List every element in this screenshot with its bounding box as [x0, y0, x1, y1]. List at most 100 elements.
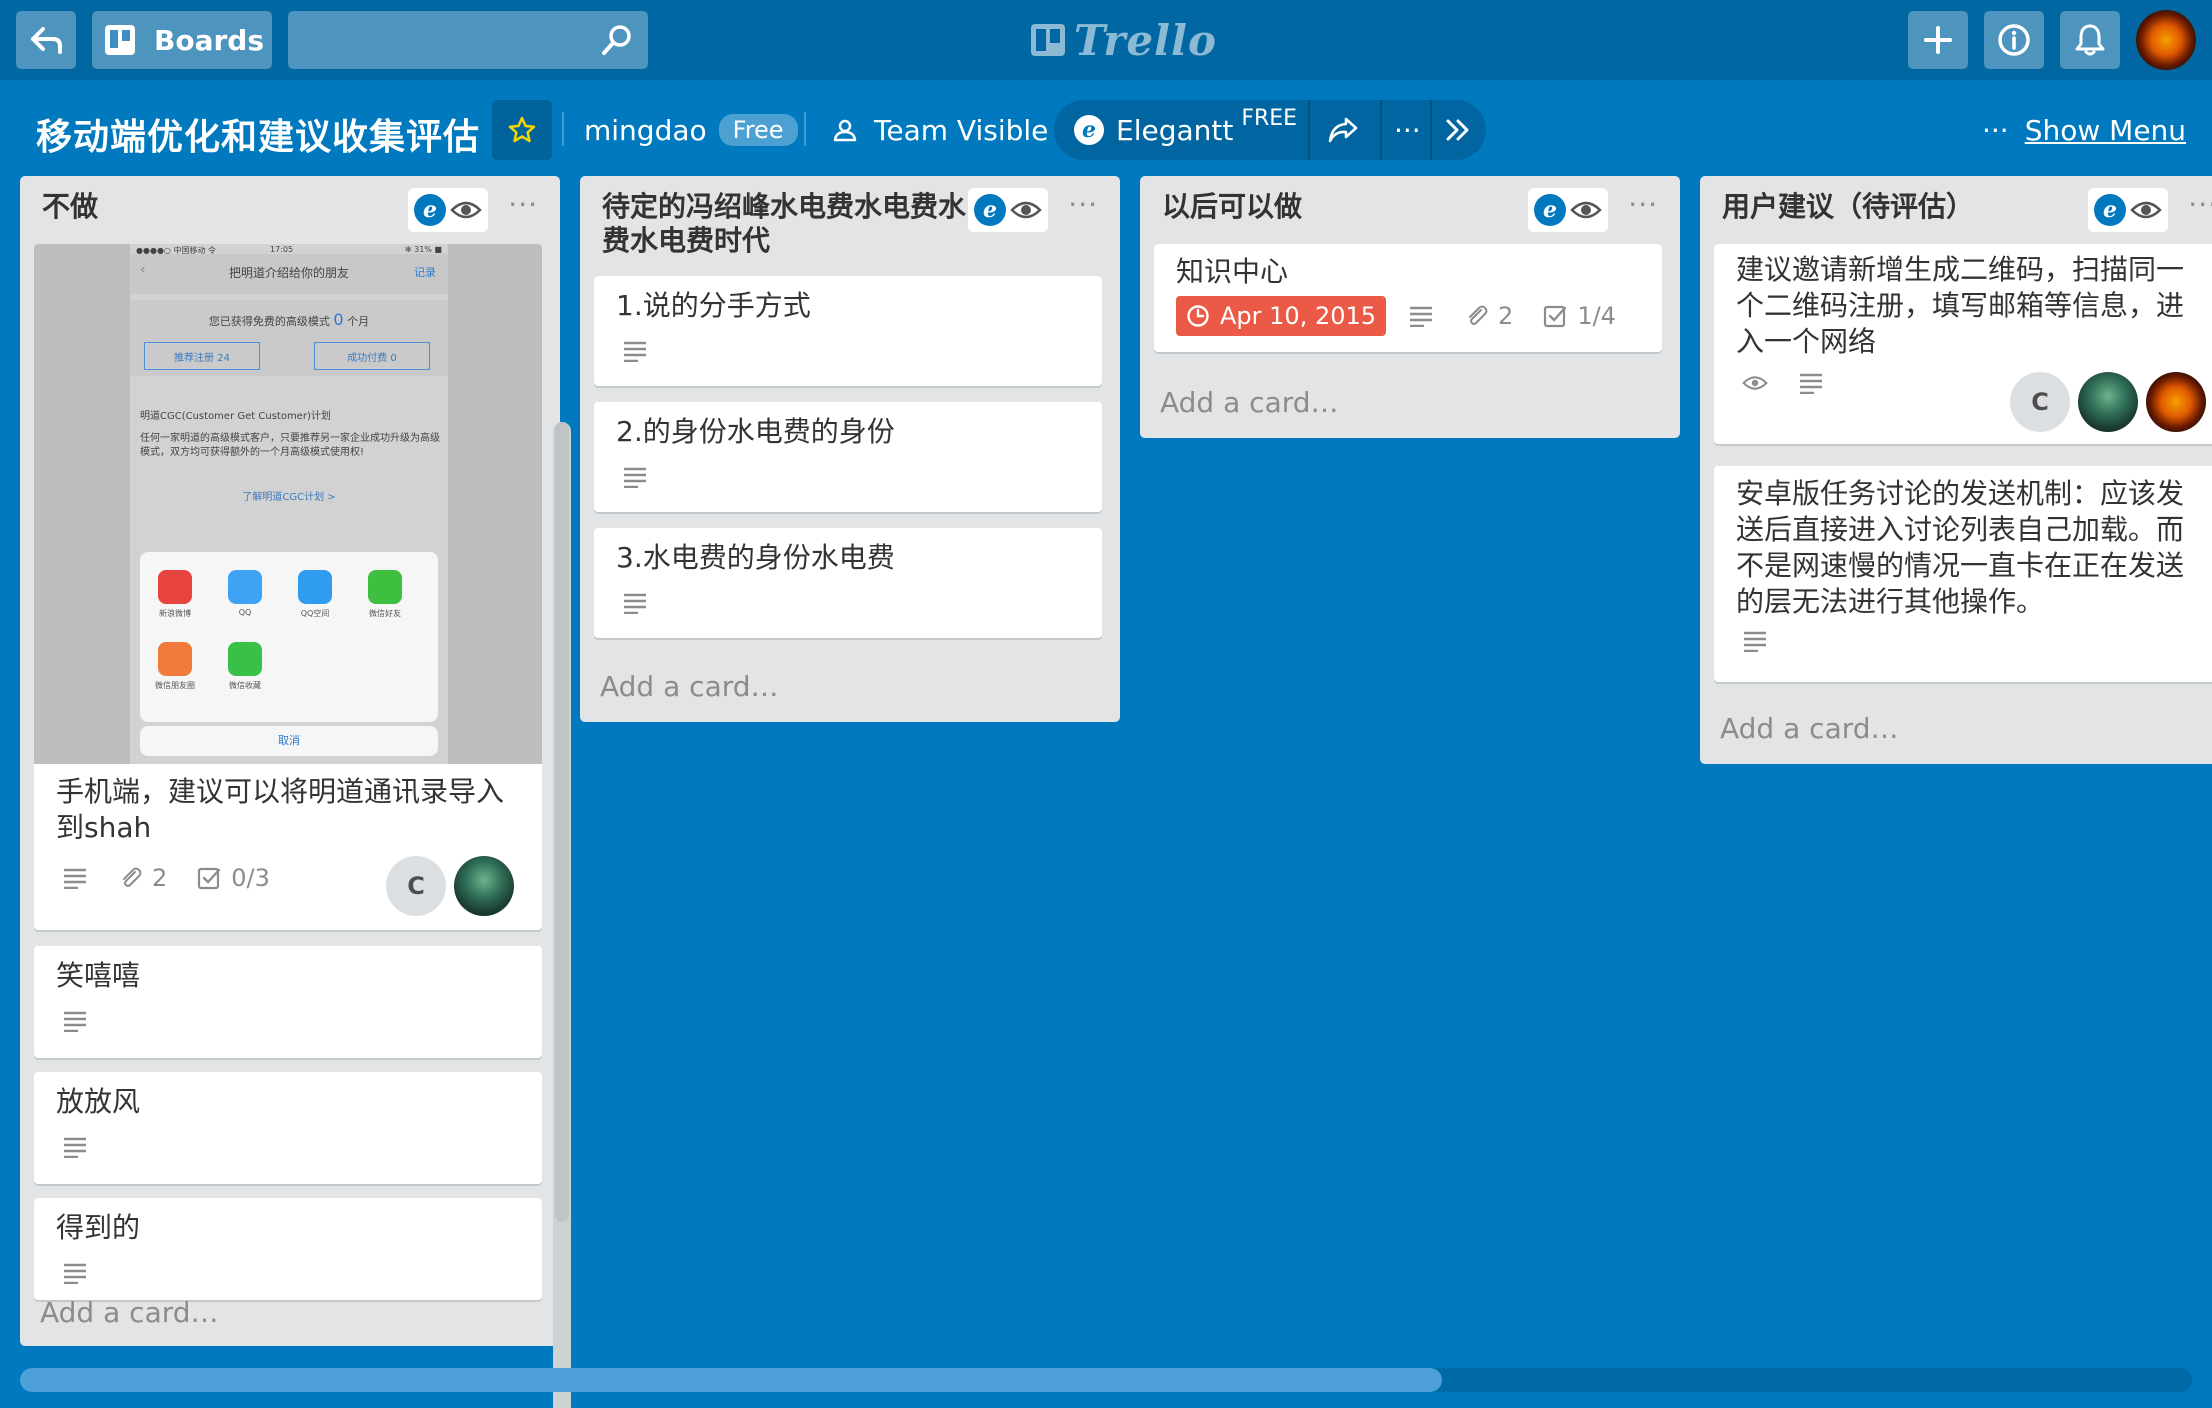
info-button[interactable] [1984, 11, 2044, 69]
add-button[interactable] [1908, 11, 1968, 69]
card-badges: Apr 10, 2015 2 1/4 [1176, 296, 1646, 336]
list-title[interactable]: 用户建议（待评估） [1722, 190, 2132, 224]
visibility-button[interactable]: Team Visible [826, 100, 1054, 160]
list-menu-button[interactable]: ··· [1068, 188, 1098, 221]
eye-icon[interactable] [450, 199, 482, 221]
visibility-label: Team Visible [874, 113, 1049, 147]
trello-logo-icon [1031, 24, 1065, 56]
app-label: QQ空间 [300, 609, 330, 618]
plus-icon [1924, 26, 1952, 54]
member-avatar[interactable]: C [2010, 372, 2070, 432]
app-label: 微信好友 [369, 609, 401, 618]
search-icon [602, 25, 631, 55]
description-icon [624, 341, 646, 362]
member-avatar[interactable] [454, 856, 514, 916]
card-badges [1742, 630, 1768, 652]
elegantt-list-icon[interactable]: e [974, 194, 1006, 226]
description-icon [1744, 631, 1766, 652]
elegantt-list-icon[interactable]: e [414, 194, 446, 226]
more-button[interactable]: ··· [1394, 100, 1421, 160]
list-title[interactable]: 以后可以做 [1162, 190, 1572, 224]
org-name: mingdao [584, 113, 707, 147]
phone-earned-num: 0 [333, 310, 344, 329]
list-menu-button[interactable]: ··· [2188, 188, 2212, 221]
due-date: Apr 10, 2015 [1220, 302, 1377, 330]
trello-logo[interactable]: Trello [1030, 14, 1217, 66]
description-icon [64, 868, 86, 889]
list-title[interactable]: 待定的冯绍峰水电费水电费水电费水电费时代 [602, 190, 1012, 258]
expand-button[interactable] [1444, 100, 1472, 160]
list-scrollbar-thumb[interactable] [555, 422, 569, 1222]
list-card[interactable]: ●●●●○ 中国移动 令 17:05 ✻ 31% ■ ‹ 把明道介绍给你的朋友 … [34, 244, 542, 930]
description-icon [64, 1011, 86, 1032]
back-button[interactable] [16, 11, 76, 69]
status-bar-time: 17:05 [270, 245, 294, 254]
elegantt-button[interactable]: e Elegantt FREE [1074, 100, 1297, 160]
add-card-button[interactable]: Add a card… [1160, 386, 1339, 419]
wechat-favorites-icon [228, 642, 262, 676]
board-title[interactable]: 移动端优化和建议收集评估 [36, 108, 480, 160]
checklist-badge: 0/3 [197, 864, 270, 892]
list-card[interactable]: 知识中心 Apr 10, 2015 2 1/4 [1154, 244, 1662, 352]
org-button[interactable]: mingdao Free [578, 100, 804, 160]
card-badges [622, 340, 648, 362]
checklist-count: 1/4 [1577, 302, 1616, 330]
list-powerup-icons: e [1528, 188, 1608, 232]
elegantt-list-icon[interactable]: e [1534, 194, 1566, 226]
eye-icon[interactable] [1570, 199, 1602, 221]
star-button[interactable] [492, 100, 552, 160]
list-card[interactable]: 安卓版任务讨论的发送机制：应该发送后直接进入讨论列表自己加载。而不是网速慢的情况… [1714, 466, 2212, 682]
status-bar-battery: ✻ 31% ■ [404, 245, 442, 254]
add-card-button[interactable]: Add a card… [600, 670, 779, 703]
org-plan-badge: Free [718, 114, 798, 146]
header-divider [804, 112, 806, 146]
notifications-button[interactable] [2060, 11, 2120, 69]
pill-divider [1308, 100, 1310, 160]
search-input[interactable] [288, 11, 648, 69]
description-badge [1408, 305, 1434, 327]
member-avatar[interactable]: C [386, 856, 446, 916]
list-card[interactable]: 得到的 [34, 1198, 542, 1300]
add-card-button[interactable]: Add a card… [1720, 712, 1899, 745]
boards-button[interactable]: Boards [92, 11, 272, 69]
list-menu-button[interactable]: ··· [1628, 188, 1658, 221]
member-avatar[interactable] [2146, 372, 2206, 432]
elegantt-list-icon[interactable]: e [2094, 194, 2126, 226]
app-label: 微信朋友圈 [155, 681, 195, 690]
phone-screenshot: ●●●●○ 中国移动 令 17:05 ✻ 31% ■ ‹ 把明道介绍给你的朋友 … [130, 244, 448, 764]
due-date-badge[interactable]: Apr 10, 2015 [1176, 296, 1387, 336]
phone-nav-title: 把明道介绍给你的朋友 [228, 266, 349, 280]
add-card-button[interactable]: Add a card… [40, 1296, 219, 1329]
list-scrollbar[interactable] [553, 422, 571, 1408]
powerup-bar: e Elegantt FREE ··· [1054, 100, 1486, 160]
share-icon [1328, 117, 1358, 143]
list-card[interactable]: 建议邀请新增生成二维码，扫描同一个二维码注册，填写邮箱等信息，进入一个网络 C [1714, 244, 2212, 444]
eye-icon[interactable] [2130, 199, 2162, 221]
board-scrollbar-thumb[interactable] [20, 1368, 1442, 1392]
card-title: 1.说的分手方式 [616, 289, 811, 322]
list-title[interactable]: 不做 [42, 190, 452, 224]
board-scrollbar[interactable] [20, 1368, 2192, 1392]
phone-chip-paid: 成功付费 0 [314, 342, 430, 370]
list-menu-button[interactable]: ··· [508, 188, 538, 221]
share-button[interactable] [1326, 100, 1360, 160]
list-card[interactable]: 1.说的分手方式 [594, 276, 1102, 386]
eye-icon[interactable] [1010, 199, 1042, 221]
member-avatar[interactable] [2078, 372, 2138, 432]
list-card[interactable]: 笑嘻嘻 [34, 946, 542, 1058]
card-title: 手机端，建议可以将明道通讯录导入到shah [56, 775, 505, 844]
user-avatar[interactable] [2136, 10, 2196, 70]
list-header: 待定的冯绍峰水电费水电费水电费水电费时代 e ··· [580, 176, 1120, 262]
phone-plan-title: 明道CGC(Customer Get Customer)计划 [140, 411, 331, 422]
list-card[interactable]: 3.水电费的身份水电费 [594, 528, 1102, 638]
card-cover-image: ●●●●○ 中国移动 令 17:05 ✻ 31% ■ ‹ 把明道介绍给你的朋友 … [34, 244, 542, 764]
checkbox-icon [198, 867, 221, 890]
bell-icon [2075, 24, 2105, 56]
checklist-badge: 1/4 [1543, 302, 1616, 330]
show-menu-label: Show Menu [2024, 113, 2187, 147]
top-header: Boards Trello [0, 0, 2212, 80]
show-menu-button[interactable]: ··· Show Menu [1982, 100, 2186, 160]
list-card[interactable]: 2.的身份水电费的身份 [594, 402, 1102, 512]
list-card[interactable]: 放放风 [34, 1072, 542, 1184]
card-title: 2.的身份水电费的身份 [616, 415, 895, 448]
